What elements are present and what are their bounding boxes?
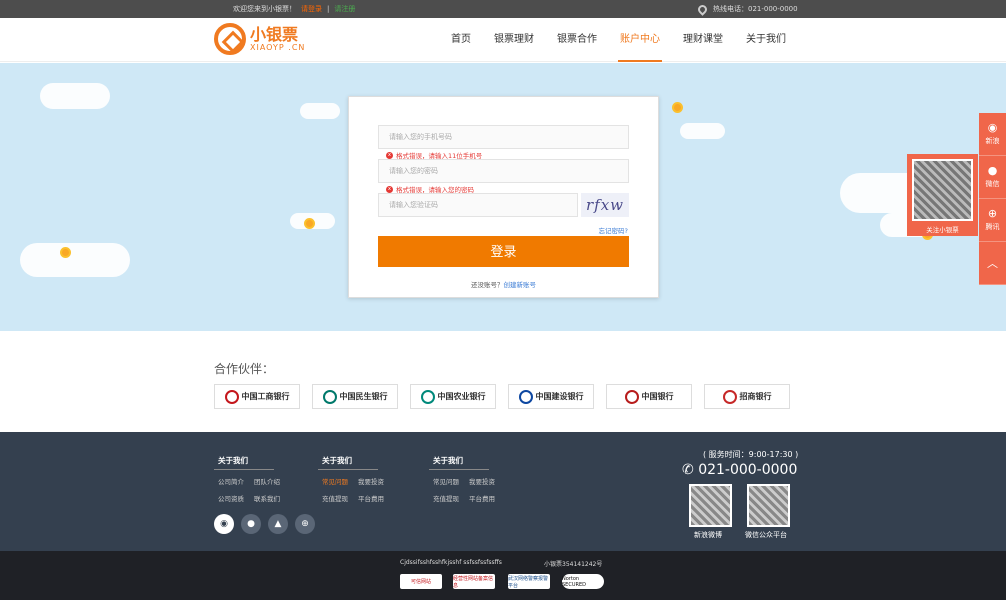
- nav-about[interactable]: 关于我们: [736, 18, 796, 62]
- phone-icon: [696, 2, 709, 16]
- bank-logo-icon: [224, 389, 239, 404]
- back-to-top-button[interactable]: ︿: [979, 242, 1006, 285]
- footer-col-about: 关于我们 公司简介 团队介绍 公司资质 联系我们: [214, 455, 280, 510]
- main-nav: 首页 银票理财 银票合作 账户中心 理财课堂 关于我们: [441, 18, 799, 62]
- bottom-text: Cjdssifsshfsshfkjsshf ssfssfssfssffs: [400, 559, 502, 566]
- login-form: 请输入您的手机号码 x 格式错误，请输入11位手机号 请输入您的密码 x 格式错误，…: [348, 96, 659, 298]
- create-account-link[interactable]: 创建新账号: [504, 281, 537, 289]
- error-icon: x: [386, 185, 393, 193]
- login-link[interactable]: 请登录: [301, 4, 322, 14]
- tencent-button[interactable]: ⊕ 腾讯: [979, 199, 1006, 242]
- wechat-icon: ●: [987, 164, 998, 177]
- bank-logo-icon: [722, 389, 737, 404]
- logo-cn: 小银票: [250, 24, 299, 44]
- separator: |: [327, 5, 330, 13]
- logo[interactable]: 小银票 XIAOYP .CN: [214, 23, 305, 55]
- logo-icon: [214, 23, 246, 55]
- nav-invest[interactable]: 银票理财: [484, 18, 544, 62]
- partner-bank[interactable]: 招商银行: [704, 384, 790, 409]
- weibo-button[interactable]: ◉ 新浪: [979, 113, 1006, 156]
- captcha-input[interactable]: 请输入您验证码: [378, 193, 578, 217]
- partners-title: 合作伙伴：: [214, 362, 275, 376]
- register-line: 还没账号？创建新账号: [471, 281, 537, 289]
- bank-logo-icon: [518, 389, 533, 404]
- wechat-icon[interactable]: ●: [241, 514, 261, 534]
- weibo-qr-code: [689, 484, 732, 527]
- bank-logo-icon: [624, 389, 639, 404]
- bottom-bar: Cjdssifsshfsshfkjsshf ssfssfssfssffs 小银票…: [0, 551, 1006, 600]
- side-toolbar: ◉ 新浪 ● 微信 ⊕ 腾讯 ︿: [979, 113, 1006, 285]
- password-input[interactable]: 请输入您的密码: [378, 159, 629, 183]
- nav-account[interactable]: 账户中心: [610, 18, 670, 62]
- nav-cooperation[interactable]: 银票合作: [547, 18, 607, 62]
- tencent-weibo-icon[interactable]: ⊕: [295, 514, 315, 534]
- login-button[interactable]: 登录: [378, 236, 629, 267]
- wechat-qr-code: [747, 484, 790, 527]
- weibo-icon[interactable]: ◉: [214, 514, 234, 534]
- social-icons: ◉ ● ▲ ⊕: [214, 514, 315, 534]
- welcome-text: 欢迎您来到小银票！: [233, 5, 296, 13]
- partner-bank[interactable]: 中国银行: [606, 384, 692, 409]
- cloud-decoration: [20, 243, 130, 277]
- qr-code-image: [912, 159, 973, 221]
- bank-logo-icon: [322, 389, 337, 404]
- captcha-image[interactable]: rfxw: [581, 193, 629, 217]
- cloud-decoration: [680, 123, 725, 139]
- norton-badge[interactable]: Norton SECURED: [562, 574, 604, 589]
- cloud-decoration: [300, 103, 340, 119]
- forgot-password-link[interactable]: 忘记密码?: [599, 225, 628, 235]
- weibo-icon: ◉: [987, 121, 998, 134]
- wechat-qr-label: 微信公众平台: [745, 531, 787, 539]
- coin-decoration: [304, 218, 315, 229]
- footer: 关于我们 公司简介 团队介绍 公司资质 联系我们 关于我们 常见问题 我要投资 充值提…: [0, 432, 1006, 551]
- footer-col-service: 关于我们 常见问题 我要投资 充值提现 平台费用: [429, 455, 495, 510]
- footer-col-help: 关于我们 常见问题 我要投资 充值提现 平台费用: [318, 455, 384, 510]
- top-bar: 欢迎您来到小银票！ 请登录 | 请注册 热线电话：021-000-0000: [0, 0, 1006, 18]
- bank-logo-icon: [420, 389, 435, 404]
- footer-hotline: ✆ 021-000-0000: [682, 462, 798, 478]
- nav-home[interactable]: 首页: [441, 18, 481, 62]
- chevron-up-icon: ︿: [987, 256, 998, 270]
- partners-section: 合作伙伴： 中国工商银行 中国民生银行 中国农业银行 中国建设银行 中国银行 招…: [0, 331, 1006, 432]
- weibo-qr-label: 新浪微博: [694, 531, 722, 539]
- coin-decoration: [60, 247, 71, 258]
- service-time: ( 服务时间：9:00-17:30 ): [703, 450, 799, 459]
- phone-input[interactable]: 请输入您的手机号码: [378, 125, 629, 149]
- logo-en: XIAOYP .CN: [250, 42, 306, 52]
- hero-section: 请输入您的手机号码 x 格式错误，请输入11位手机号 请输入您的密码 x 格式错误，…: [0, 63, 1006, 331]
- nav-classroom[interactable]: 理财课堂: [673, 18, 733, 62]
- icp-badge[interactable]: 经营性网站备案信息: [453, 574, 495, 589]
- partner-bank[interactable]: 中国民生银行: [312, 384, 398, 409]
- error-icon: x: [386, 151, 393, 159]
- header: 小银票 XIAOYP .CN 首页 银票理财 银票合作 账户中心 理财课堂 关于…: [0, 18, 1006, 62]
- cloud-decoration: [40, 83, 110, 109]
- tencent-icon: ⊕: [987, 207, 998, 220]
- police-badge[interactable]: 武汉网络警察报警平台: [508, 574, 550, 589]
- hotline-text: 热线电话：021-000-0000: [713, 5, 798, 13]
- qr-popup-label: 关注小银票: [926, 226, 959, 234]
- wechat-button[interactable]: ● 微信: [979, 156, 1006, 199]
- partner-bank[interactable]: 中国农业银行: [410, 384, 496, 409]
- qr-popup: 关注小银票: [907, 154, 978, 236]
- qq-icon[interactable]: ▲: [268, 514, 288, 534]
- partner-bank[interactable]: 中国工商银行: [214, 384, 300, 409]
- partner-bank[interactable]: 中国建设银行: [508, 384, 594, 409]
- icp-number: 小银票354141242号: [544, 561, 603, 568]
- coin-decoration: [672, 102, 683, 113]
- trusted-site-badge[interactable]: 可信网站: [400, 574, 442, 589]
- register-link[interactable]: 请注册: [334, 4, 355, 14]
